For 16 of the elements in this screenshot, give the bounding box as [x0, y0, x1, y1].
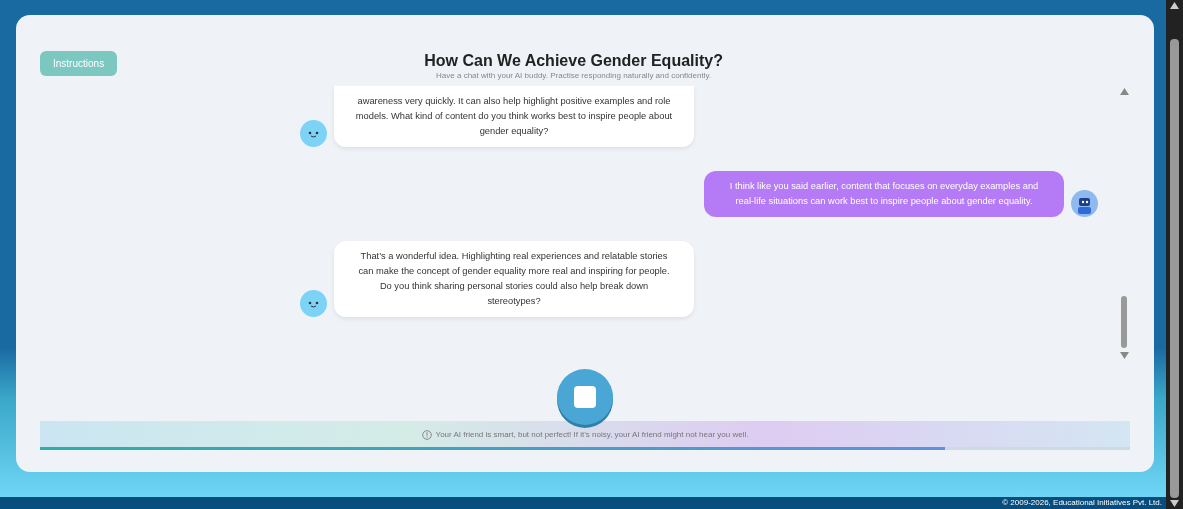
stop-recording-button[interactable]	[557, 369, 613, 425]
copyright-text: © 2009-2026, Educational Initiatives Pvt. Ltd.	[1002, 498, 1162, 507]
bot-message: awareness very quickly. It can also help highlight positive examples and role models. What kind of content do you think works best to inspire people about gender equality?	[334, 86, 694, 148]
bot-message: That’s a wonderful idea. Highlighting real experiences and relatable stories can make the concept of gender equality more real and inspiring for people. Do you think sharing personal stories could also help break down stereotypes?	[334, 241, 694, 318]
info-icon	[421, 430, 432, 440]
instructions-button[interactable]: Instructions	[40, 51, 118, 76]
user-message: I think like you said earlier, content that focuses on everyday examples and real-life situations can work best to inspire people about gender equality.	[704, 171, 1064, 218]
smiley-avatar-icon	[300, 290, 327, 318]
page-title: How Can We Achieve Gender Equality?	[423, 51, 724, 71]
notice-text: Your AI friend is smart, but not perfect! If it’s noisy, your AI friend might not hear you well.	[435, 429, 749, 441]
scroll-up-icon[interactable]	[1170, 2, 1179, 9]
scroll-down-icon[interactable]	[1170, 500, 1179, 507]
page-subtitle: Have a chat with your AI buddy. Practise responding naturally and confidently.	[435, 70, 713, 83]
robot-avatar-icon	[1071, 190, 1098, 218]
page-scrollbar[interactable]	[1166, 0, 1183, 509]
smiley-avatar-icon	[300, 120, 327, 148]
